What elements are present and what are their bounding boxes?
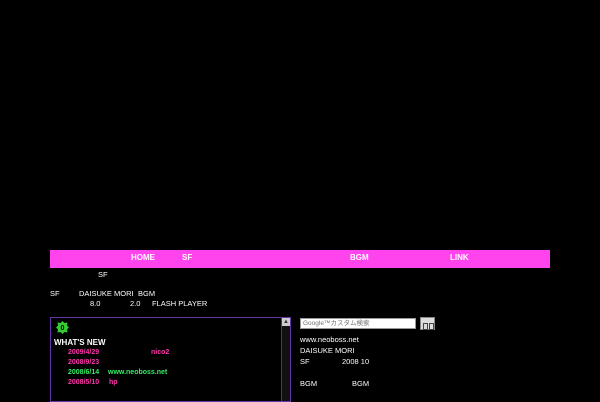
news-item-text[interactable]: www.neoboss.net <box>108 369 167 376</box>
news-item-date: 2008/5/10 <box>68 379 100 386</box>
nav-home-link[interactable]: HOME <box>131 253 155 262</box>
intro-line1-bgm: BGM <box>138 289 156 298</box>
sidebar-year-label: 2008 10 <box>342 357 370 366</box>
news-scrollbar[interactable]: ▲ <box>281 318 290 401</box>
search-button[interactable] <box>420 317 435 330</box>
nav-bgm-link[interactable]: BGM <box>350 253 369 262</box>
news-item-text[interactable]: nico2 <box>151 349 169 356</box>
sidebar-sf-label: SF <box>300 357 310 366</box>
intro-line2-version-a: 8.0 <box>90 299 101 308</box>
news-item-date: 2008/6/14 <box>68 369 100 376</box>
intro-line1-sf: SF <box>50 289 60 298</box>
news-item-text[interactable]: hp <box>109 379 118 386</box>
nav-sf-link[interactable]: SF <box>182 253 192 262</box>
scroll-up-arrow-icon[interactable]: ▲ <box>282 318 290 326</box>
gear-logo-icon: 0 <box>56 321 69 334</box>
sidebar-url: www.neoboss.net <box>300 335 359 344</box>
sidebar-bgm-a: BGM <box>300 379 318 388</box>
news-item-date: 2009/4/29 <box>68 349 100 356</box>
intro-sf-heading: SF <box>98 270 108 279</box>
search-button-icon <box>422 323 428 330</box>
sidebar-author: DAISUKE MORI <box>300 346 355 355</box>
sidebar-bgm-b: BGM <box>352 379 370 388</box>
whats-new-heading: WHAT'S NEW <box>54 338 106 347</box>
svg-text:0: 0 <box>61 325 65 332</box>
intro-line1-author: DAISUKE MORI <box>79 289 134 298</box>
news-item-date: 2008/9/23 <box>68 359 100 366</box>
intro-line2-version-b: 2.0 <box>130 299 141 308</box>
main-navbar: HOME SF BGM LINK <box>50 250 550 268</box>
whats-new-panel: 0 WHAT'S NEW 2009/4/29 nico2 2008/9/23 2… <box>50 317 291 402</box>
nav-link-link[interactable]: LINK <box>450 253 469 262</box>
search-input[interactable] <box>300 318 416 329</box>
intro-line2-flash-player: FLASH PLAYER <box>152 299 208 308</box>
